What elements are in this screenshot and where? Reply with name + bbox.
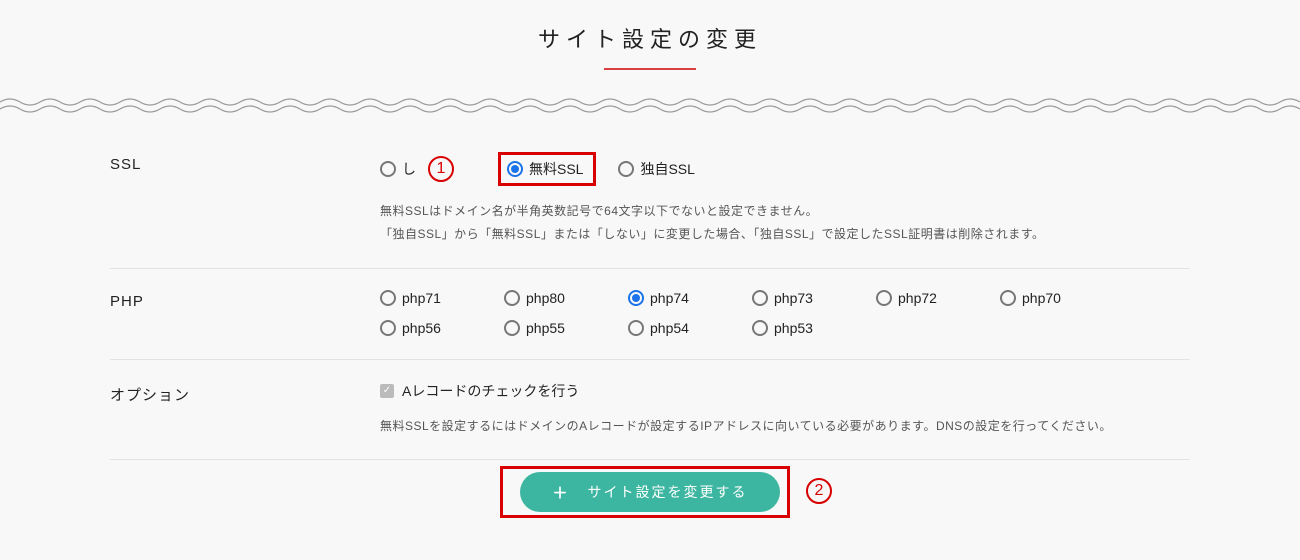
submit-button[interactable]: ＋ サイト設定を変更する xyxy=(520,472,780,512)
row-label-ssl: SSL xyxy=(110,152,380,246)
radio-icon xyxy=(752,290,768,306)
checkbox-icon xyxy=(380,384,394,398)
radio-php-php74[interactable]: php74 xyxy=(628,289,700,307)
ssl-note-2: 「独自SSL」から「無料SSL」または「しない」に変更した場合、「独自SSL」で… xyxy=(380,223,1190,246)
radio-label: php54 xyxy=(650,319,689,337)
radio-label: php55 xyxy=(526,319,565,337)
radio-icon xyxy=(504,320,520,336)
radio-label: 無料SSL xyxy=(529,160,583,178)
radio-php-php73[interactable]: php73 xyxy=(752,289,824,307)
row-label-php: PHP xyxy=(110,289,380,337)
radio-icon xyxy=(628,290,644,306)
radio-php-php56[interactable]: php56 xyxy=(380,319,452,337)
title-underline xyxy=(604,68,696,70)
submit-area: ＋ サイト設定を変更する 2 xyxy=(110,472,1190,522)
radio-ssl-own[interactable]: 独自SSL xyxy=(618,160,694,178)
radio-label: php73 xyxy=(774,289,813,307)
radio-icon xyxy=(380,161,396,177)
radio-icon xyxy=(1000,290,1016,306)
radio-label: php70 xyxy=(1022,289,1061,307)
row-label-option: オプション xyxy=(110,380,380,438)
radio-label: 独自SSL xyxy=(640,160,694,178)
radio-label: php80 xyxy=(526,289,565,307)
radio-icon xyxy=(618,161,634,177)
radio-icon xyxy=(628,320,644,336)
row-php: PHP php71 php80 php74 php73 php72 php70 php56 p… xyxy=(110,269,1190,360)
radio-label: php74 xyxy=(650,289,689,307)
radio-label: php71 xyxy=(402,289,441,307)
radio-php-php72[interactable]: php72 xyxy=(876,289,948,307)
radio-icon xyxy=(504,290,520,306)
row-ssl: SSL し 1 無料SSL 独自SSL xyxy=(110,132,1190,269)
radio-php-php54[interactable]: php54 xyxy=(628,319,700,337)
plus-icon: ＋ xyxy=(552,482,569,503)
radio-php-php70[interactable]: php70 xyxy=(1000,289,1072,307)
radio-icon xyxy=(380,320,396,336)
radio-ssl-none[interactable]: し xyxy=(380,160,416,178)
radio-label: し xyxy=(402,160,416,178)
submit-label: サイト設定を変更する xyxy=(588,482,748,502)
radio-php-php71[interactable]: php71 xyxy=(380,289,452,307)
radio-php-php53[interactable]: php53 xyxy=(752,319,824,337)
option-note: 無料SSLを設定するにはドメインのAレコードが設定するIPアドレスに向いている必… xyxy=(380,415,1190,438)
radio-php-php80[interactable]: php80 xyxy=(504,289,576,307)
radio-ssl-free[interactable]: 無料SSL xyxy=(498,152,596,186)
callout-2-icon: 2 xyxy=(806,478,832,504)
radio-icon xyxy=(752,320,768,336)
ssl-note-1: 無料SSLはドメイン名が半角英数記号で64文字以下でないと設定できません。 xyxy=(380,200,1190,223)
wave-divider xyxy=(0,96,1300,114)
callout-1-icon: 1 xyxy=(428,156,454,182)
radio-icon xyxy=(380,290,396,306)
radio-icon xyxy=(876,290,892,306)
checkbox-label: Aレコードのチェックを行う xyxy=(402,381,579,401)
radio-label: php72 xyxy=(898,289,937,307)
row-option: オプション Aレコードのチェックを行う 無料SSLを設定するにはドメインのAレコ… xyxy=(110,360,1190,461)
radio-icon xyxy=(507,161,523,177)
page-title: サイト設定の変更 xyxy=(0,0,1300,54)
checkbox-a-record[interactable]: Aレコードのチェックを行う xyxy=(380,381,579,401)
radio-label: php56 xyxy=(402,319,441,337)
radio-label: php53 xyxy=(774,319,813,337)
radio-php-php55[interactable]: php55 xyxy=(504,319,576,337)
